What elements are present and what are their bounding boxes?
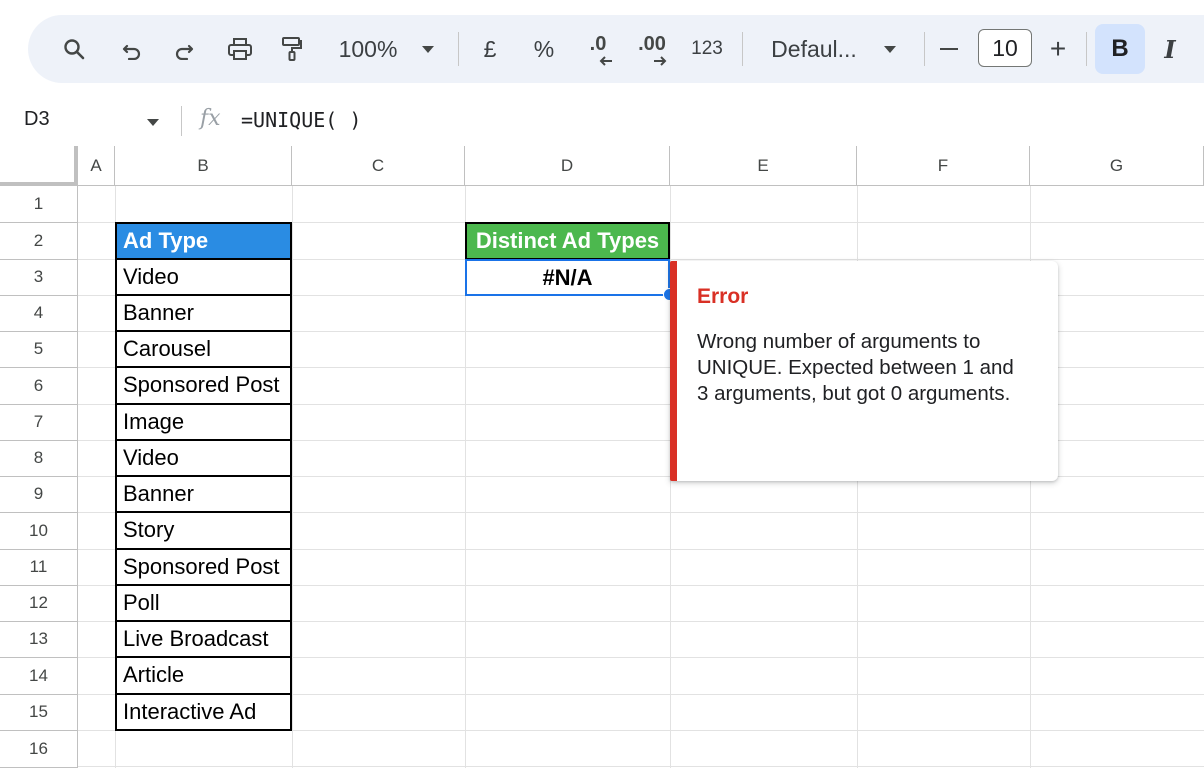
cell-b7[interactable]: Image [115,404,292,441]
row-header-8[interactable]: 8 [0,440,78,477]
arrow-right-icon [654,56,667,66]
row-header-1[interactable]: 1 [0,186,78,223]
decrease-decimal-button[interactable]: .0 [578,15,618,83]
row-header-15[interactable]: 15 [0,694,78,731]
format-percent-button[interactable]: % [528,15,560,83]
font-select[interactable]: Defaul... [766,15,862,83]
undo-icon[interactable] [116,15,148,83]
formula-bar-divider [181,106,182,136]
error-message: Wrong number of arguments to UNIQUE. Exp… [697,330,1014,405]
error-tooltip: Error Wrong number of arguments to UNIQU… [670,261,1058,481]
cell-b12[interactable]: Poll [115,585,292,622]
row-header-11[interactable]: 11 [0,549,78,586]
bold-button[interactable]: B [1095,24,1145,74]
paint-format-icon[interactable] [276,15,308,83]
row-header-9[interactable]: 9 [0,476,78,513]
arrow-left-icon [599,56,612,66]
column-header-c[interactable]: C [292,146,465,186]
search-icon[interactable] [56,15,92,83]
cell-b6[interactable]: Sponsored Post [115,367,292,405]
column-header-e[interactable]: E [670,146,857,186]
increase-font-size-button[interactable]: + [1044,15,1072,83]
cell-b2-header[interactable]: Ad Type [115,222,292,260]
name-box[interactable]: D3 [24,108,50,131]
column-header-f[interactable]: F [857,146,1030,186]
row-header-3[interactable]: 3 [0,259,78,296]
italic-button[interactable]: I [1150,24,1190,74]
cell-b10[interactable]: Story [115,512,292,550]
column-header-g[interactable]: G [1030,146,1204,186]
row-header-7[interactable]: 7 [0,404,78,441]
cell-b14[interactable]: Article [115,657,292,695]
row-header-2[interactable]: 2 [0,222,78,260]
cell-b4[interactable]: Banner [115,295,292,332]
row-header-5[interactable]: 5 [0,331,78,368]
row-header-13[interactable]: 13 [0,621,78,658]
column-header-b[interactable]: B [115,146,292,186]
format-currency-button[interactable]: £ [476,15,504,83]
decrease-decimal-label: .0 [589,32,607,55]
formula-input[interactable]: =UNIQUE( ) [241,108,361,132]
cell-b9[interactable]: Banner [115,476,292,513]
zoom-chevron-down-icon[interactable] [416,15,440,83]
column-header-a[interactable]: A [78,146,115,186]
font-size-input[interactable]: 10 [978,29,1032,67]
font-chevron-down-icon[interactable] [878,15,902,83]
cell-b13[interactable]: Live Broadcast [115,621,292,658]
decrease-font-size-button[interactable] [936,15,962,83]
number-format-button[interactable]: 123 [686,15,728,83]
row-header-14[interactable]: 14 [0,657,78,695]
name-box-chevron-down-icon[interactable] [147,119,159,126]
redo-icon[interactable] [168,15,200,83]
fx-icon: fx [200,106,221,131]
cell-b8[interactable]: Video [115,440,292,477]
row-header-6[interactable]: 6 [0,367,78,405]
minus-icon [940,48,958,50]
row-header-4[interactable]: 4 [0,295,78,332]
error-title: Error [697,285,749,308]
cell-d2-header[interactable]: Distinct Ad Types [465,222,670,260]
increase-decimal-button[interactable]: .00 [632,15,672,83]
row-header-10[interactable]: 10 [0,512,78,550]
column-header-d[interactable]: D [465,146,670,186]
cell-b11[interactable]: Sponsored Post [115,549,292,586]
zoom-select[interactable]: 100% [328,15,408,83]
print-icon[interactable] [222,15,258,83]
select-all-corner[interactable] [0,146,78,186]
row-header-12[interactable]: 12 [0,585,78,622]
cell-b15[interactable]: Interactive Ad [115,694,292,731]
cell-b3[interactable]: Video [115,259,292,296]
increase-decimal-label: .00 [638,32,666,55]
row-header-16[interactable]: 16 [0,730,78,768]
cell-d3-selected[interactable]: #N/A [465,259,670,296]
cell-b5[interactable]: Carousel [115,331,292,368]
